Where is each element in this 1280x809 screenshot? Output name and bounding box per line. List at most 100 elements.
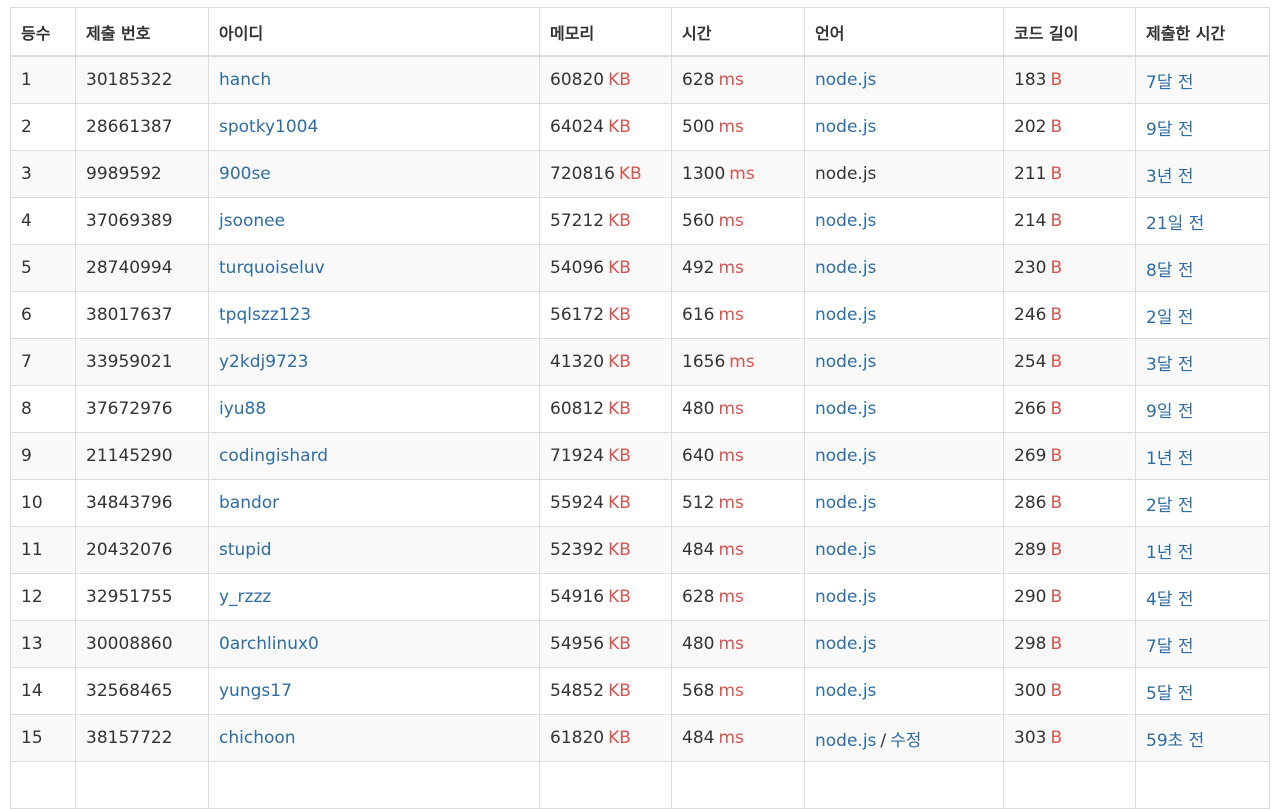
language-link[interactable]: node.js <box>815 634 876 654</box>
user-link[interactable]: chichoon <box>219 728 296 748</box>
time-unit: ms <box>718 681 744 701</box>
submitted-at-link[interactable]: 2달 전 <box>1146 496 1194 516</box>
edit-link[interactable]: 수정 <box>890 731 921 751</box>
user-cell: 0archlinux0 <box>208 620 540 668</box>
language-link[interactable]: node.js <box>815 587 876 607</box>
language-link[interactable]: node.js <box>815 117 876 137</box>
rank-cell: 2 <box>10 103 76 151</box>
language-link[interactable]: node.js <box>815 258 876 278</box>
language-link[interactable]: node.js <box>815 305 876 325</box>
language-link[interactable]: node.js <box>815 540 876 560</box>
submission-id: 28661387 <box>86 117 173 137</box>
language-link[interactable]: node.js <box>815 352 876 372</box>
submitted-at-link[interactable]: 21일 전 <box>1146 214 1204 234</box>
user-link[interactable]: jsoonee <box>219 211 285 231</box>
rank-cell: 10 <box>10 479 76 527</box>
submitted-at-link[interactable]: 7달 전 <box>1146 637 1194 657</box>
submitted-at-link[interactable]: 3년 전 <box>1146 167 1194 187</box>
user-link[interactable]: 900se <box>219 164 271 184</box>
time-cell: 480 ms <box>671 385 805 433</box>
submission-id-cell: 21145290 <box>75 432 209 480</box>
memory-unit: KB <box>608 634 631 654</box>
submitted-at-cell: 4달 전 <box>1135 573 1270 621</box>
user-link[interactable]: spotky1004 <box>219 117 318 137</box>
submission-id: 20432076 <box>86 540 173 560</box>
time-value: 484 <box>682 728 715 748</box>
submitted-at-link[interactable]: 1년 전 <box>1146 543 1194 563</box>
user-link[interactable]: y_rzzz <box>219 587 271 607</box>
submission-id: 32951755 <box>86 587 173 607</box>
user-link[interactable]: stupid <box>219 540 272 560</box>
empty-cell <box>10 761 76 809</box>
memory-value: 61820 <box>550 728 605 748</box>
time-cell: 480 ms <box>671 620 805 668</box>
user-link[interactable]: y2kdj9723 <box>219 352 309 372</box>
table-row: 8 37672976 iyu88 60812 KB 480 ms node.js 266 B 9일 … <box>10 385 1270 433</box>
submitted-at-link[interactable]: 9달 전 <box>1146 120 1194 140</box>
submitted-at-cell: 7달 전 <box>1135 620 1270 668</box>
user-link[interactable]: yungs17 <box>219 681 292 701</box>
submitted-at-link[interactable]: 1년 전 <box>1146 449 1194 469</box>
submission-id-cell: 28740994 <box>75 244 209 292</box>
time-value: 560 <box>682 211 715 231</box>
user-link[interactable]: codingishard <box>219 446 328 466</box>
memory-cell: 52392 KB <box>539 526 672 574</box>
code-length-value: 303 <box>1014 728 1047 748</box>
language-link[interactable]: node.js <box>815 446 876 466</box>
submission-id-cell: 34843796 <box>75 479 209 527</box>
submitted-at-link[interactable]: 5달 전 <box>1146 684 1194 704</box>
submission-id: 9989592 <box>86 164 162 184</box>
rank-cell: 6 <box>10 291 76 339</box>
language-cell: node.js / 수정 <box>804 714 1004 762</box>
header-user-id: 아이디 <box>208 7 540 57</box>
table-row: 13 30008860 0archlinux0 54956 KB 480 ms node.js… <box>10 620 1270 668</box>
language-link[interactable]: node.js <box>815 731 876 751</box>
user-link[interactable]: bandor <box>219 493 279 513</box>
language-link[interactable]: node.js <box>815 399 876 419</box>
language-link[interactable]: node.js <box>815 681 876 701</box>
time-unit: ms <box>718 70 744 90</box>
code-length-value: 266 <box>1014 399 1047 419</box>
user-link[interactable]: 0archlinux0 <box>219 634 319 654</box>
table-row: 12 32951755 y_rzzz 54916 KB 628 ms node.js 290 B 4… <box>10 573 1270 621</box>
language-cell: node.js <box>804 432 1004 480</box>
submitted-at-link[interactable]: 7달 전 <box>1146 73 1194 93</box>
user-link[interactable]: hanch <box>219 70 271 90</box>
submission-id-cell: 32568465 <box>75 667 209 715</box>
code-length-unit: B <box>1050 540 1063 560</box>
code-length-cell: 211 B <box>1003 150 1136 198</box>
memory-value: 71924 <box>550 446 605 466</box>
submission-id-cell: 20432076 <box>75 526 209 574</box>
time-value: 480 <box>682 634 715 654</box>
submission-id-cell: 30185322 <box>75 55 209 104</box>
memory-value: 41320 <box>550 352 605 372</box>
memory-cell: 55924 KB <box>539 479 672 527</box>
rank-value: 15 <box>21 728 43 748</box>
table-body: 1 30185322 hanch 60820 KB 628 ms node.js 183 B 7달 … <box>10 55 1270 809</box>
language-link[interactable]: node.js <box>815 70 876 90</box>
header-row: 등수 제출 번호 아이디 메모리 시간 언어 코드 길이 제출한 시간 <box>10 7 1270 57</box>
submitted-at-link[interactable]: 2일 전 <box>1146 308 1194 328</box>
user-link[interactable]: turquoiseluv <box>219 258 325 278</box>
submitted-at-link[interactable]: 3달 전 <box>1146 355 1194 375</box>
submitted-at-link[interactable]: 59초 전 <box>1146 731 1204 751</box>
submitted-at-link[interactable]: 8달 전 <box>1146 261 1194 281</box>
memory-value: 54956 <box>550 634 605 654</box>
submitted-at-link[interactable]: 9일 전 <box>1146 402 1194 422</box>
time-cell: 616 ms <box>671 291 805 339</box>
submitted-at-cell: 7달 전 <box>1135 55 1270 104</box>
submission-id-cell: 32951755 <box>75 573 209 621</box>
language-link[interactable]: node.js <box>815 211 876 231</box>
rank-value: 8 <box>21 399 32 419</box>
submitted-at-link[interactable]: 4달 전 <box>1146 590 1194 610</box>
memory-value: 720816 <box>550 164 615 184</box>
code-length-cell: 290 B <box>1003 573 1136 621</box>
submitted-at-cell: 3달 전 <box>1135 338 1270 386</box>
user-cell: spotky1004 <box>208 103 540 151</box>
submitted-at-cell: 5달 전 <box>1135 667 1270 715</box>
user-link[interactable]: tpqlszz123 <box>219 305 311 325</box>
submission-id: 34843796 <box>86 493 173 513</box>
language-link[interactable]: node.js <box>815 493 876 513</box>
user-cell: jsoonee <box>208 197 540 245</box>
user-link[interactable]: iyu88 <box>219 399 266 419</box>
